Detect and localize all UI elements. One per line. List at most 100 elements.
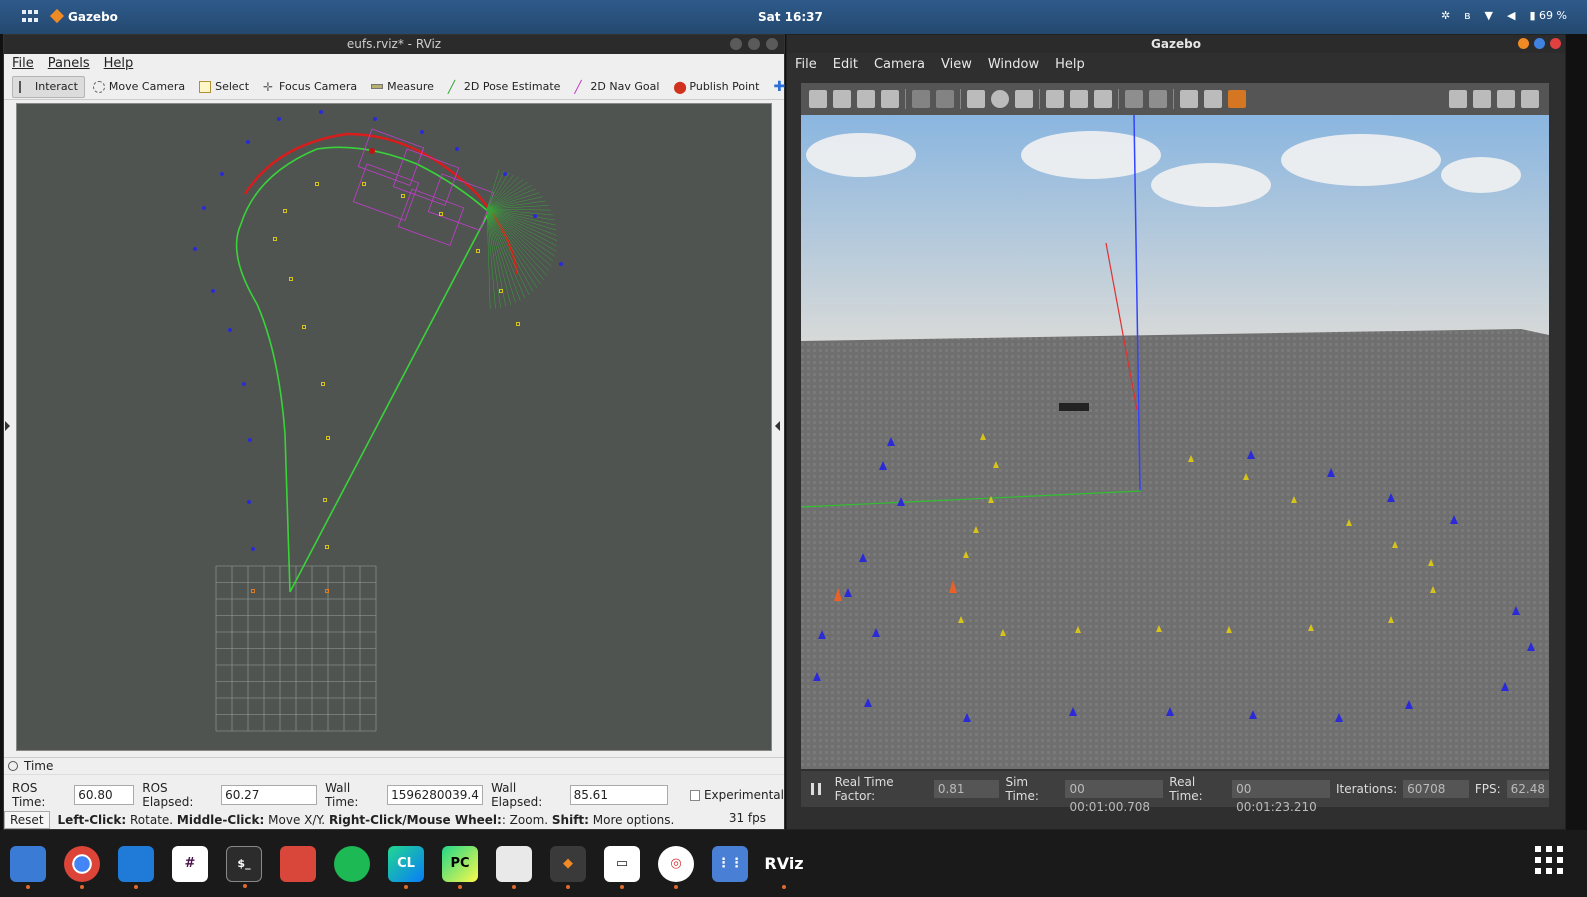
clion-icon[interactable]: CL bbox=[388, 845, 424, 889]
blue-cone bbox=[559, 262, 563, 266]
ros-elapsed-field[interactable] bbox=[221, 785, 318, 805]
focus-camera-tool[interactable]: ✛ Focus Camera bbox=[257, 76, 363, 98]
snap-icon[interactable] bbox=[1204, 90, 1222, 108]
battery-indicator[interactable]: ▮ 69 % bbox=[1529, 9, 1567, 22]
gz-menu-edit[interactable]: Edit bbox=[833, 53, 858, 77]
maximize-button[interactable] bbox=[748, 38, 760, 50]
translate-mode-icon[interactable] bbox=[833, 90, 851, 108]
gazebo-titlebar[interactable]: Gazebo bbox=[787, 35, 1565, 53]
cylinder-shape-icon[interactable] bbox=[1015, 90, 1033, 108]
apps-icon[interactable]: ⋮⋮ bbox=[712, 845, 748, 882]
publish-point-tool[interactable]: ⬤ Publish Point bbox=[667, 76, 765, 98]
chrome-icon[interactable] bbox=[64, 845, 100, 889]
sim-time-label: Sim Time: bbox=[1005, 775, 1039, 803]
scale-mode-icon[interactable] bbox=[881, 90, 899, 108]
spot-light-icon[interactable] bbox=[1070, 90, 1088, 108]
select-mode-icon[interactable] bbox=[809, 90, 827, 108]
files-icon[interactable] bbox=[10, 845, 46, 889]
gazebo-app-icon bbox=[49, 8, 65, 24]
network-settings-icon[interactable]: ✲ bbox=[1441, 9, 1450, 22]
rviz-scene[interactable] bbox=[17, 104, 773, 752]
nav-goal-tool[interactable]: ╱ 2D Nav Goal bbox=[568, 76, 665, 98]
slack-icon[interactable]: # bbox=[172, 845, 208, 882]
rviz-3d-viewport[interactable] bbox=[16, 103, 772, 751]
minimize-button[interactable] bbox=[1518, 38, 1529, 49]
gazebo-icon[interactable]: ◆ bbox=[550, 845, 586, 889]
directional-light-icon[interactable] bbox=[1094, 90, 1112, 108]
maximize-button[interactable] bbox=[1534, 38, 1545, 49]
blue-cone bbox=[202, 206, 206, 210]
rtf-label: Real Time Factor: bbox=[834, 775, 894, 803]
software-icon[interactable] bbox=[496, 845, 532, 889]
pause-button[interactable] bbox=[811, 783, 821, 795]
wall-elapsed-field[interactable] bbox=[569, 785, 668, 805]
close-button[interactable] bbox=[766, 38, 778, 50]
vscode-icon[interactable] bbox=[118, 845, 154, 889]
rviz-titlebar[interactable]: eufs.rviz* - RViz bbox=[4, 35, 784, 54]
menu-panels[interactable]: Panels bbox=[48, 54, 90, 74]
system-tray[interactable]: ✲ ʙ ▼ ◀ ▮ 69 % bbox=[1441, 9, 1567, 22]
rrt-branch bbox=[486, 208, 552, 267]
rrt-branch bbox=[486, 208, 521, 301]
reset-button[interactable]: Reset bbox=[4, 811, 50, 829]
copy-icon[interactable] bbox=[1125, 90, 1143, 108]
video-record-icon[interactable] bbox=[1521, 90, 1539, 108]
pycharm-icon[interactable]: PC bbox=[442, 845, 478, 889]
right-panel-toggle-icon[interactable] bbox=[775, 421, 780, 431]
box-shape-icon[interactable] bbox=[967, 90, 985, 108]
minimize-button[interactable] bbox=[730, 38, 742, 50]
sphere-shape-icon[interactable] bbox=[991, 90, 1009, 108]
blue-cone bbox=[533, 214, 537, 218]
menu-help[interactable]: Help bbox=[104, 54, 134, 74]
plot-icon[interactable] bbox=[1497, 90, 1515, 108]
help-icon[interactable]: ◎ bbox=[658, 845, 694, 889]
experimental-checkbox[interactable] bbox=[689, 789, 700, 801]
rrt-branch bbox=[486, 172, 510, 210]
spotify-icon[interactable] bbox=[334, 845, 370, 882]
volume-icon[interactable]: ◀ bbox=[1507, 9, 1515, 22]
view-angle-icon[interactable] bbox=[1228, 90, 1246, 108]
blue-cone bbox=[319, 110, 323, 114]
blue-cone bbox=[455, 147, 459, 151]
menu-file[interactable]: File bbox=[12, 54, 34, 74]
wall-time-field[interactable] bbox=[387, 785, 484, 805]
active-app-indicator[interactable]: Gazebo bbox=[49, 8, 118, 24]
monitor-icon[interactable]: ▭ bbox=[604, 845, 640, 889]
trajectory-box bbox=[397, 188, 465, 246]
clock[interactable]: Sat 16:37 bbox=[758, 10, 823, 24]
interact-tool[interactable]: Interact bbox=[12, 75, 85, 98]
move-camera-tool[interactable]: Move Camera bbox=[87, 76, 191, 98]
wifi-icon[interactable]: ▼ bbox=[1485, 9, 1493, 22]
ros-time-field[interactable] bbox=[74, 785, 135, 805]
gz-menu-help[interactable]: Help bbox=[1055, 53, 1085, 77]
measure-tool[interactable]: Measure bbox=[365, 76, 440, 98]
log-icon[interactable] bbox=[1473, 90, 1491, 108]
cloud bbox=[1151, 163, 1271, 207]
gz-menu-camera[interactable]: Camera bbox=[874, 53, 925, 77]
pose-estimate-tool[interactable]: ╱ 2D Pose Estimate bbox=[442, 76, 567, 98]
paste-icon[interactable] bbox=[1149, 90, 1167, 108]
gazebo-scene[interactable] bbox=[800, 114, 1549, 769]
bluetooth-icon[interactable]: ʙ bbox=[1464, 9, 1470, 22]
redo-icon[interactable] bbox=[936, 90, 954, 108]
fps-label: FPS: bbox=[1474, 782, 1501, 796]
map-pin-icon: ⬤ bbox=[673, 79, 687, 94]
undo-icon[interactable] bbox=[912, 90, 930, 108]
show-applications-icon[interactable] bbox=[1535, 846, 1563, 874]
terminal-icon[interactable]: $_ bbox=[226, 845, 262, 888]
gz-menu-window[interactable]: Window bbox=[988, 53, 1039, 77]
activities-grid-icon[interactable] bbox=[22, 10, 38, 24]
select-tool[interactable]: Select bbox=[193, 76, 255, 98]
gz-menu-file[interactable]: File bbox=[795, 53, 817, 77]
rviz-dock-icon[interactable]: RViz bbox=[764, 846, 804, 889]
close-button[interactable] bbox=[1550, 38, 1561, 49]
point-light-icon[interactable] bbox=[1046, 90, 1064, 108]
gazebo-3d-viewport[interactable] bbox=[800, 114, 1549, 769]
gz-menu-view[interactable]: View bbox=[941, 53, 972, 77]
left-panel-toggle-icon[interactable] bbox=[5, 421, 10, 431]
align-icon[interactable] bbox=[1180, 90, 1198, 108]
toolbox-icon[interactable] bbox=[280, 845, 316, 882]
screenshot-icon[interactable] bbox=[1449, 90, 1467, 108]
rotate-mode-icon[interactable] bbox=[857, 90, 875, 108]
car-model bbox=[1059, 403, 1089, 411]
